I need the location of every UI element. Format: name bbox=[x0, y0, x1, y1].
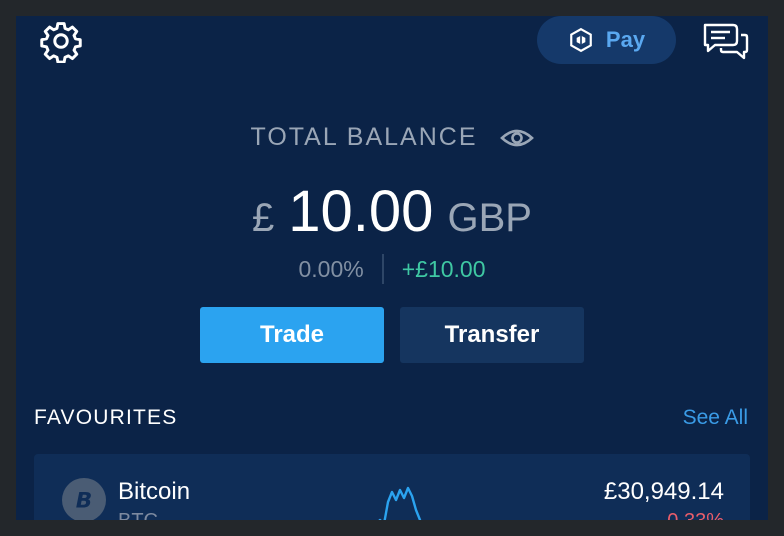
balance-amount: £ 10.00 GBP bbox=[16, 178, 768, 245]
app-screen: Pay TOTAL BALANCE £ 10.00 GBP 0.00% +£10… bbox=[16, 16, 768, 520]
svg-text:B: B bbox=[76, 489, 93, 513]
trade-button[interactable]: Trade bbox=[200, 307, 384, 363]
balance-value: 10.00 bbox=[288, 179, 434, 244]
transfer-button[interactable]: Transfer bbox=[400, 307, 584, 363]
pay-label: Pay bbox=[605, 27, 646, 52]
coin-price: £30,949.14 bbox=[603, 478, 724, 505]
currency-symbol: £ bbox=[252, 196, 275, 240]
currency-code: GBP bbox=[447, 196, 532, 240]
chat-bubbles-icon bbox=[703, 23, 749, 60]
favourites-title: FAVOURITES bbox=[34, 406, 178, 429]
list-item[interactable]: B Bitcoin BTC £30,949.14 -0.33% bbox=[34, 454, 750, 520]
bitcoin-icon: B bbox=[62, 478, 106, 520]
gear-icon bbox=[40, 22, 82, 63]
cro-logo-icon bbox=[570, 27, 592, 53]
eye-icon[interactable] bbox=[499, 126, 534, 150]
pay-button[interactable]: Pay bbox=[537, 16, 676, 64]
total-balance-header: TOTAL BALANCE bbox=[16, 123, 768, 152]
coin-ticker: BTC bbox=[118, 510, 158, 520]
sparkline-chart bbox=[378, 486, 422, 520]
change-percent: 0.00% bbox=[298, 255, 364, 282]
divider bbox=[381, 254, 384, 284]
change-absolute: +£10.00 bbox=[401, 255, 486, 282]
chat-button[interactable] bbox=[699, 19, 753, 63]
device-frame: Pay TOTAL BALANCE £ 10.00 GBP 0.00% +£10… bbox=[0, 0, 784, 536]
coin-change: -0.33% bbox=[661, 510, 724, 520]
settings-button[interactable] bbox=[36, 19, 86, 63]
see-all-link[interactable]: See All bbox=[683, 406, 748, 430]
coin-name: Bitcoin bbox=[118, 478, 191, 505]
total-balance-label: TOTAL BALANCE bbox=[250, 123, 478, 151]
balance-change: 0.00% +£10.00 bbox=[16, 254, 768, 284]
